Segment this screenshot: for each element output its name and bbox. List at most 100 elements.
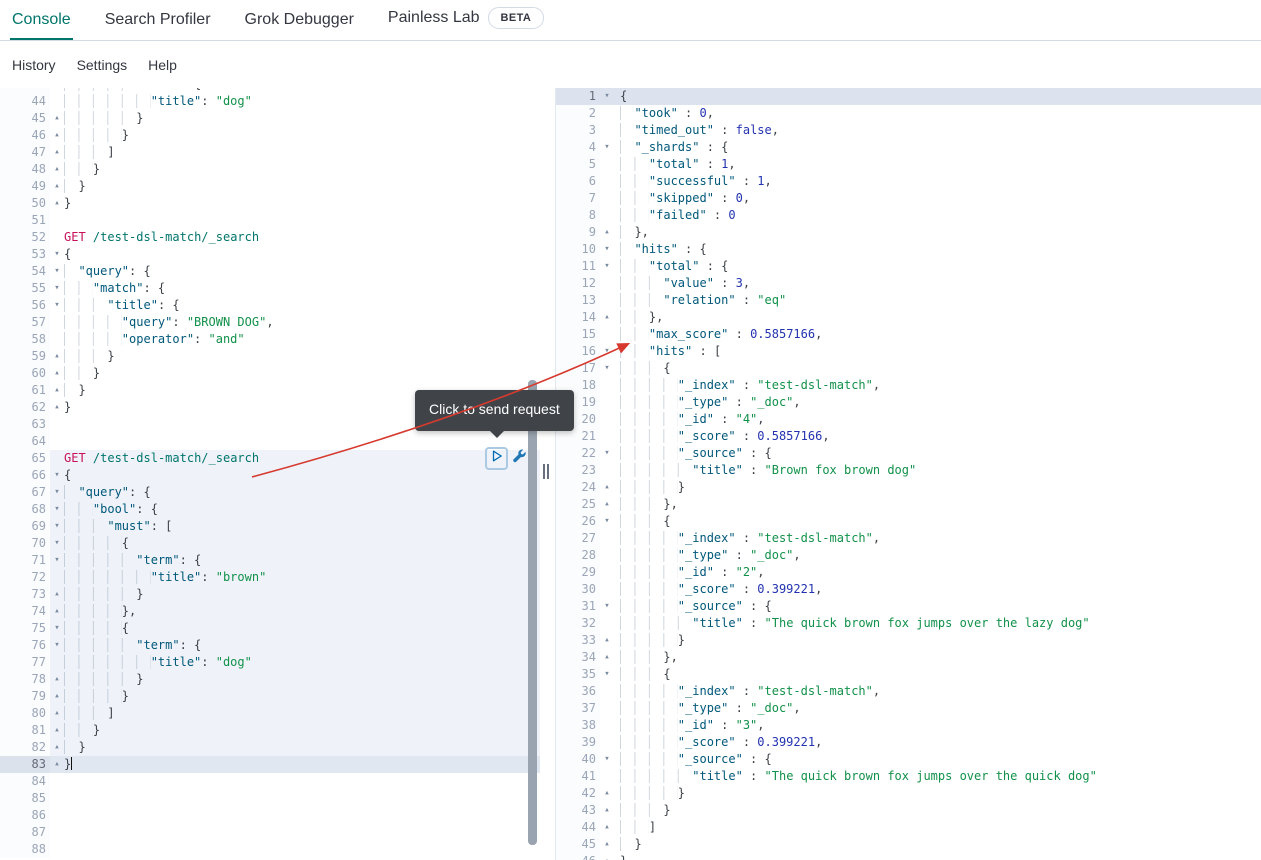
fold-toggle-icon[interactable]: ▴ <box>50 382 64 399</box>
line-number: 50 <box>0 195 50 212</box>
fold-toggle-icon[interactable]: ▴ <box>50 195 64 212</box>
fold-toggle-icon[interactable]: ▴ <box>50 739 64 756</box>
fold-toggle-icon[interactable]: ▾ <box>50 535 64 552</box>
console-request-editor[interactable]: 43▾ "term": {44 "title": "dog"45▴ }46▴ }… <box>0 88 540 860</box>
fold-toggle-icon[interactable]: ▴ <box>50 399 64 416</box>
fold-toggle-icon[interactable]: ▴ <box>600 649 614 666</box>
fold-toggle-icon[interactable]: ▴ <box>50 722 64 739</box>
code-text: "relation" : "eq" <box>614 292 1261 309</box>
line-number: 77 <box>0 654 50 671</box>
request-options-button[interactable] <box>510 449 529 468</box>
line-number: 86 <box>0 807 50 824</box>
fold-toggle-icon[interactable]: ▾ <box>600 513 614 530</box>
fold-toggle-icon[interactable]: ▴ <box>50 688 64 705</box>
fold-toggle-icon[interactable]: ▴ <box>50 348 64 365</box>
fold-toggle-icon[interactable]: ▴ <box>50 603 64 620</box>
fold-toggle-icon[interactable]: ▴ <box>50 705 64 722</box>
fold-toggle-icon[interactable]: ▾ <box>50 280 64 297</box>
fold-toggle-icon[interactable]: ▾ <box>50 484 64 501</box>
tab-search-profiler[interactable]: Search Profiler <box>103 2 213 40</box>
menu-item-settings[interactable]: Settings <box>75 53 130 77</box>
fold-toggle-icon[interactable]: ▴ <box>50 365 64 382</box>
code-text: "query": "BROWN DOG", <box>64 314 540 331</box>
fold-spacer <box>50 824 64 841</box>
code-text: } <box>64 722 540 739</box>
line-number: 5 <box>556 156 600 173</box>
fold-toggle-icon[interactable]: ▴ <box>600 853 614 860</box>
fold-toggle-icon[interactable]: ▴ <box>50 671 64 688</box>
fold-toggle-icon[interactable]: ▴ <box>50 144 64 161</box>
fold-spacer <box>50 212 64 229</box>
menu-item-history[interactable]: History <box>10 53 58 77</box>
tab-painless-lab[interactable]: Painless LabBETA <box>386 0 546 40</box>
code-line: 71▾ "term": { <box>0 552 540 569</box>
code-text: "_source" : { <box>614 751 1261 768</box>
fold-toggle-icon[interactable]: ▾ <box>600 139 614 156</box>
code-line: 52GET /test-dsl-match/_search <box>0 229 540 246</box>
line-number: 31 <box>556 598 600 615</box>
fold-toggle-icon[interactable]: ▴ <box>600 224 614 241</box>
fold-toggle-icon[interactable]: ▾ <box>600 445 614 462</box>
line-number: 87 <box>0 824 50 841</box>
code-text: "_source" : { <box>614 598 1261 615</box>
fold-toggle-icon[interactable]: ▴ <box>50 127 64 144</box>
fold-toggle-icon[interactable]: ▾ <box>50 246 64 263</box>
console-response-viewer[interactable]: 1▾{2 "took" : 0,3 "timed_out" : false,4▾… <box>555 88 1261 860</box>
fold-toggle-icon[interactable]: ▴ <box>600 819 614 836</box>
fold-toggle-icon[interactable]: ▾ <box>600 88 614 105</box>
fold-toggle-icon[interactable]: ▾ <box>50 467 64 484</box>
top-tab-bar: Console Search Profiler Grok Debugger Painl… <box>0 0 1261 41</box>
send-request-button[interactable] <box>485 447 508 470</box>
fold-toggle-icon[interactable]: ▾ <box>50 637 64 654</box>
fold-toggle-icon[interactable]: ▴ <box>600 802 614 819</box>
fold-toggle-icon[interactable]: ▾ <box>50 297 64 314</box>
menu-item-help[interactable]: Help <box>146 53 179 77</box>
fold-toggle-icon[interactable]: ▾ <box>50 518 64 535</box>
fold-toggle-icon[interactable]: ▾ <box>600 598 614 615</box>
fold-toggle-icon[interactable]: ▾ <box>600 360 614 377</box>
fold-toggle-icon[interactable]: ▾ <box>50 620 64 637</box>
fold-toggle-icon[interactable]: ▴ <box>600 785 614 802</box>
fold-spacer <box>600 190 614 207</box>
line-number: 82 <box>0 739 50 756</box>
code-text: "total" : 1, <box>614 156 1261 173</box>
code-line: 39 "_score" : 0.399221, <box>556 734 1261 751</box>
fold-toggle-icon[interactable]: ▴ <box>50 756 64 773</box>
fold-toggle-icon[interactable]: ▴ <box>50 110 64 127</box>
code-line: 66▾{ <box>0 467 540 484</box>
fold-spacer <box>600 377 614 394</box>
fold-toggle-icon[interactable]: ▾ <box>600 751 614 768</box>
code-line: 59▴ } <box>0 348 540 365</box>
line-number: 34 <box>556 649 600 666</box>
fold-toggle-icon[interactable]: ▴ <box>50 161 64 178</box>
fold-toggle-icon[interactable]: ▾ <box>600 666 614 683</box>
fold-toggle-icon[interactable]: ▾ <box>50 263 64 280</box>
pane-resize-handle[interactable] <box>543 464 549 479</box>
code-line: 80▴ ] <box>0 705 540 722</box>
fold-toggle-icon[interactable]: ▴ <box>600 632 614 649</box>
code-text: } <box>614 785 1261 802</box>
tab-console[interactable]: Console <box>10 2 73 40</box>
fold-spacer <box>600 156 614 173</box>
editor-vertical-scrollbar[interactable] <box>528 380 537 845</box>
fold-toggle-icon[interactable]: ▾ <box>600 258 614 275</box>
line-number: 35 <box>556 666 600 683</box>
tab-grok-debugger[interactable]: Grok Debugger <box>243 2 356 40</box>
code-line: 44 "title": "dog" <box>0 93 540 110</box>
fold-spacer <box>600 615 614 632</box>
code-line: 86 <box>0 807 540 824</box>
fold-toggle-icon[interactable]: ▾ <box>50 552 64 569</box>
code-line: 15 "max_score" : 0.5857166, <box>556 326 1261 343</box>
fold-toggle-icon[interactable]: ▴ <box>50 178 64 195</box>
fold-toggle-icon[interactable]: ▴ <box>50 586 64 603</box>
code-text: } <box>64 688 540 705</box>
fold-toggle-icon[interactable]: ▴ <box>600 496 614 513</box>
fold-toggle-icon[interactable]: ▴ <box>600 309 614 326</box>
fold-toggle-icon[interactable]: ▴ <box>600 479 614 496</box>
fold-toggle-icon[interactable]: ▴ <box>600 836 614 853</box>
fold-toggle-icon[interactable]: ▾ <box>50 501 64 518</box>
line-number: 66 <box>0 467 50 484</box>
code-text: "failed" : 0 <box>614 207 1261 224</box>
fold-toggle-icon[interactable]: ▾ <box>600 241 614 258</box>
fold-toggle-icon[interactable]: ▾ <box>600 343 614 360</box>
